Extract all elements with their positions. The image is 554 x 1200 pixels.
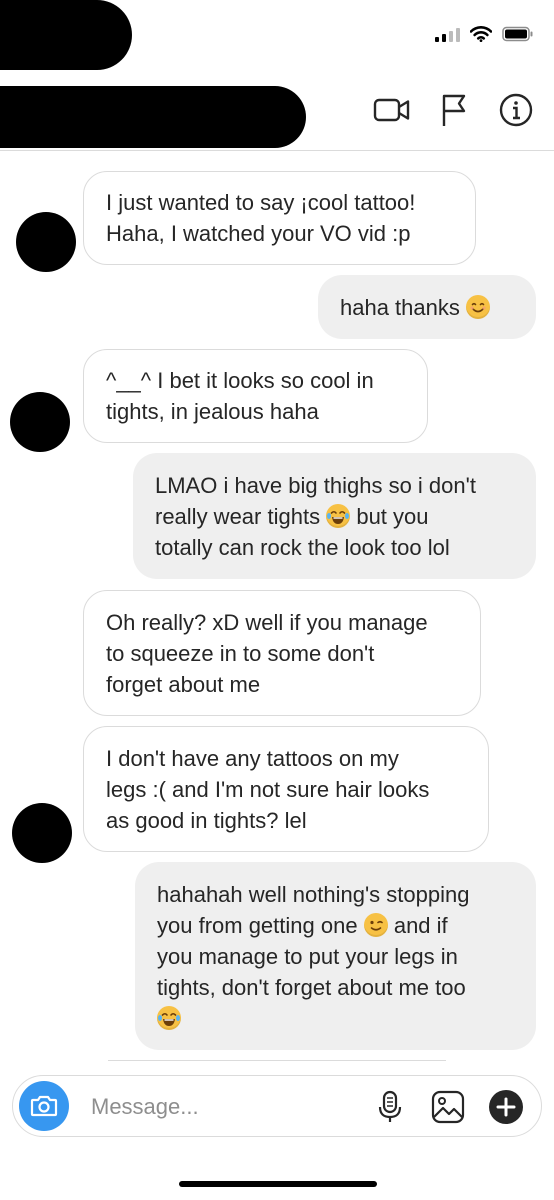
info-icon (499, 93, 533, 127)
message-text-line: as good in tights? lel (106, 807, 307, 833)
wifi-icon (470, 26, 492, 42)
message-text-line: you manage to put your legs in (157, 943, 458, 969)
flag-icon (442, 94, 466, 126)
battery-icon (502, 26, 533, 42)
message-text-line: Haha, I watched your VO vid :p (106, 221, 411, 246)
redacted-username (0, 86, 306, 148)
voice-message-button[interactable] (371, 1088, 409, 1126)
message-text-line: LMAO i have big thighs so i don't (155, 472, 476, 498)
message-text-line: I just wanted to say ¡cool tattoo! (106, 190, 416, 215)
sender-avatar[interactable] (10, 392, 70, 452)
outgoing-message-bubble[interactable]: haha thanks (318, 275, 536, 339)
outgoing-message-bubble[interactable]: hahahah well nothing's stopping you from… (135, 862, 536, 1050)
plus-icon (489, 1090, 523, 1124)
report-button[interactable] (434, 90, 474, 130)
home-indicator[interactable] (179, 1181, 377, 1187)
smiling-face-emoji (466, 294, 490, 319)
message-text-line: tights, don't forget about me too (157, 974, 466, 1000)
camera-button[interactable] (19, 1081, 69, 1131)
message-text-line: haha thanks (340, 294, 460, 320)
incoming-message-bubble[interactable]: ^__^ I bet it looks so cool in tights, i… (83, 349, 428, 443)
video-call-icon (373, 98, 410, 122)
outgoing-message-bubble[interactable]: LMAO i have big thighs so i don't really… (133, 453, 536, 579)
gallery-icon (431, 1090, 465, 1124)
message-text-line: tights, in jealous haha (106, 399, 319, 424)
message-text-line: legs :( and I'm not sure hair looks (106, 776, 430, 802)
status-bar (0, 0, 554, 70)
message-text-line: but you (356, 503, 429, 529)
chat-header (0, 70, 554, 151)
tears-of-joy-emoji (157, 1005, 181, 1030)
message-text-line: I don't have any tattoos on my (106, 745, 399, 771)
message-text-line: you from getting one (157, 912, 358, 938)
incoming-message-bubble[interactable]: Oh really? xD well if you manage to sque… (83, 590, 481, 716)
message-text-line: ^__^ I bet it looks so cool in (106, 368, 374, 393)
incoming-message-bubble[interactable]: I just wanted to say ¡cool tattoo! Haha,… (83, 171, 476, 265)
conversation-info-button[interactable] (496, 90, 536, 130)
message-text-line: really wear tights (155, 503, 321, 529)
redacted-time (0, 0, 132, 70)
sender-avatar[interactable] (16, 212, 76, 272)
message-text-line: forget about me (106, 671, 261, 697)
cellular-signal-icon (435, 26, 460, 42)
microphone-icon (378, 1090, 402, 1122)
video-call-button[interactable] (372, 90, 412, 130)
message-thread[interactable]: I just wanted to say ¡cool tattoo! Haha,… (0, 150, 554, 1065)
header-actions (372, 90, 536, 130)
message-text-line: and if (393, 912, 448, 938)
message-text-line: totally can rock the look too lol (155, 534, 450, 560)
tears-of-joy-emoji (326, 503, 351, 528)
scroll-divider (108, 1060, 446, 1061)
winking-face-emoji (363, 912, 388, 937)
message-input[interactable] (89, 1088, 363, 1126)
message-composer (12, 1075, 542, 1137)
sender-avatar[interactable] (12, 803, 72, 863)
more-options-button[interactable] (487, 1088, 525, 1126)
camera-icon (30, 1095, 58, 1117)
gallery-button[interactable] (429, 1088, 467, 1126)
incoming-message-bubble[interactable]: I don't have any tattoos on my legs :( a… (83, 726, 489, 852)
status-icons (435, 24, 534, 44)
message-text-line: Oh really? xD well if you manage (106, 609, 428, 635)
message-text-line: to squeeze in to some don't (106, 640, 375, 666)
message-text-line: hahahah well nothing's stopping (157, 881, 470, 907)
